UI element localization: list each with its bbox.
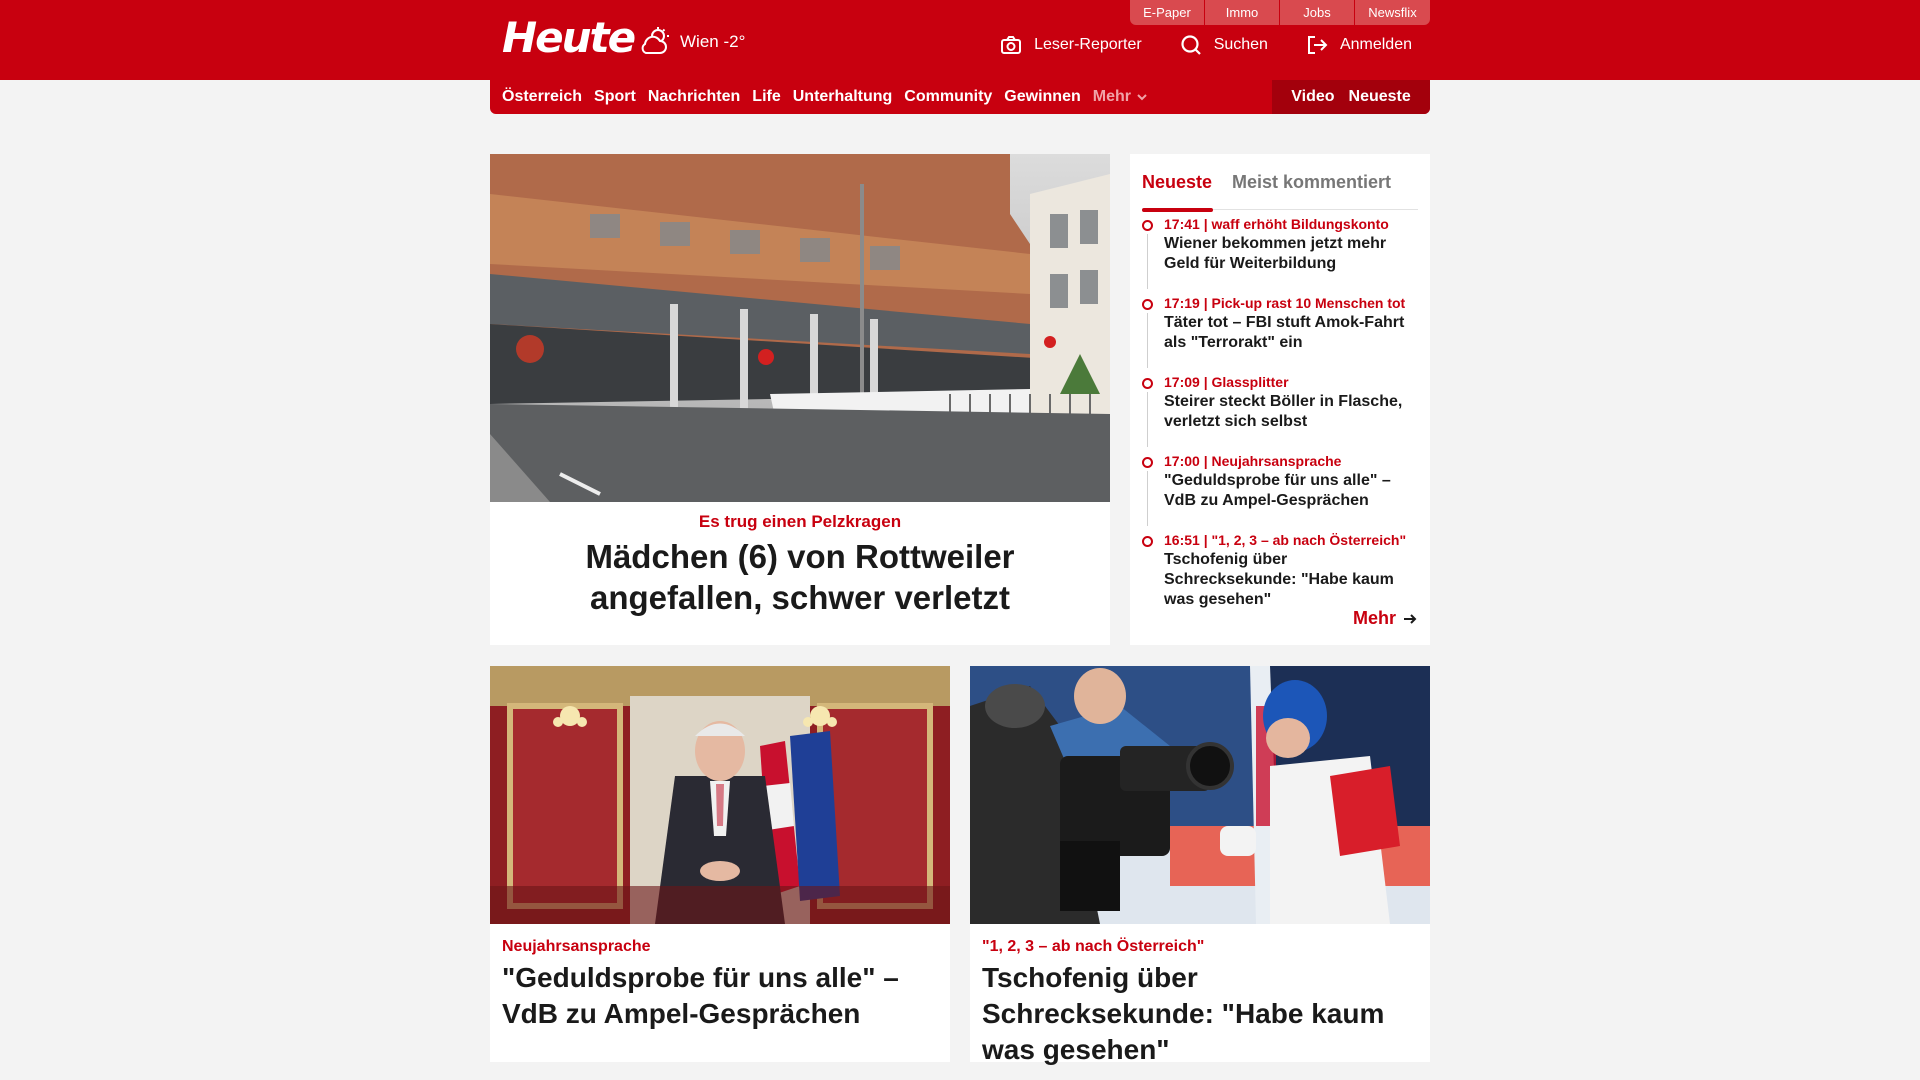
search-icon [1181,35,1201,55]
service-link-jobs[interactable]: Jobs [1280,0,1355,25]
nav-item-sport[interactable]: Sport [594,88,636,106]
article-card-image[interactable] [970,666,1430,924]
nav-item-life[interactable]: Life [752,88,780,106]
nav-item-oesterreich[interactable]: Österreich [502,88,582,106]
timeline-line [1147,392,1148,447]
weather-widget[interactable]: Wien -2° [638,26,745,58]
site-header: Heute Wien -2° E-Paper Immo Jobs Newsfli… [0,0,1920,80]
article-card-kicker: "1, 2, 3 – ab nach Österreich" [982,938,1205,955]
article-card[interactable]: "1, 2, 3 – ab nach Österreich" Tschofeni… [970,666,1430,1065]
nav-item-unterhaltung[interactable]: Unterhaltung [793,88,893,106]
article-card-image[interactable] [490,666,950,924]
search-label: Suchen [1213,36,1268,53]
camera-icon [1001,36,1022,54]
article-card-kicker: Neujahrsansprache [502,938,651,955]
hero-article[interactable]: Es trug einen Pelzkragen Mädchen (6) von… [490,154,1110,645]
nav-item-neueste[interactable]: Neueste [1349,88,1411,106]
service-link-newsflix[interactable]: Newsflix [1355,0,1430,25]
search-button[interactable]: Suchen [1180,34,1268,56]
ticker-item-title[interactable]: Täter tot – FBI stuft Amok-Fahrt als "Te… [1164,313,1420,353]
ticker-item[interactable]: 17:09 | Glassplitter Steirer steckt Böll… [1142,372,1420,451]
nav-item-community[interactable]: Community [904,88,992,106]
ticker-more-label: Mehr [1352,608,1396,628]
timeline-dot-icon [1142,457,1153,468]
hero-image[interactable] [490,154,1110,502]
weather-text: Wien -2° [680,32,746,51]
ski-jumper-photo [970,666,1430,924]
login-icon [1307,36,1328,54]
nav-more-dropdown[interactable]: Mehr [1093,88,1147,106]
login-button[interactable]: Anmelden [1306,34,1412,56]
ticker-more-link[interactable]: Mehr [1353,608,1418,629]
main-navigation: Österreich Sport Nachrichten Life Unterh… [490,80,1430,114]
service-links: E-Paper Immo Jobs Newsflix [1130,0,1430,25]
ticker-item-meta: 17:19 | Pick-up rast 10 Menschen tot [1164,295,1406,311]
ticker-item[interactable]: 17:00 | Neujahrsansprache "Geduldsprobe … [1142,451,1420,530]
nav-highlight-box: Video Neueste [1272,80,1430,114]
article-card[interactable]: Neujahrsansprache "Geduldsprobe für uns … [490,666,950,1062]
news-ticker-panel: Neueste Meist kommentiert 17:41 | waff e… [1130,154,1430,645]
nav-more-label: Mehr [1092,88,1131,105]
ticker-item[interactable]: 16:51 | "1, 2, 3 – ab nach Österreich" T… [1142,530,1420,609]
service-link-immo[interactable]: Immo [1205,0,1280,25]
president-speech-photo [490,666,950,924]
nav-item-nachrichten[interactable]: Nachrichten [648,88,740,106]
arrow-right-icon [1404,613,1417,624]
timeline-dot-icon [1142,220,1153,231]
leser-reporter-button[interactable]: Leser-Reporter [1000,34,1142,56]
timeline-line [1147,471,1148,526]
timeline-dot-icon [1142,299,1153,310]
ticker-item[interactable]: 17:41 | waff erhöht Bildungskonto Wiener… [1142,214,1420,293]
ticker-item-meta: 17:00 | Neujahrsansprache [1164,453,1342,469]
ticker-item-title[interactable]: Tschofenig über Schrecksekunde: "Habe ka… [1164,550,1420,610]
timeline-line [1147,234,1148,289]
ticker-tabs: Neueste Meist kommentiert [1142,164,1418,212]
chevron-down-icon [1137,94,1147,101]
ticker-item[interactable]: 17:19 | Pick-up rast 10 Menschen tot Tät… [1142,293,1420,372]
service-link-epaper[interactable]: E-Paper [1130,0,1205,25]
tab-neueste[interactable]: Neueste [1142,172,1214,212]
ticker-item-meta: 16:51 | "1, 2, 3 – ab nach Österreich" [1164,532,1407,548]
article-card-headline[interactable]: "Geduldsprobe für uns alle" – VdB zu Amp… [502,960,942,1032]
hospital-building-photo [490,154,1110,502]
ticker-item-meta: 17:09 | Glassplitter [1164,374,1289,390]
hero-kicker: Es trug einen Pelzkragen [698,512,902,531]
timeline-dot-icon [1142,536,1153,547]
article-card-headline[interactable]: Tschofenig über Schrecksekunde: "Habe ka… [982,960,1422,1068]
ticker-item-title[interactable]: Steirer steckt Böller in Flasche, verlet… [1164,392,1420,432]
nav-item-gewinnen[interactable]: Gewinnen [1004,88,1080,106]
hero-headline[interactable]: Mädchen (6) von Rottweiler angefallen, s… [500,536,1100,618]
heute-logo[interactable]: Heute [502,14,636,62]
leser-reporter-label: Leser-Reporter [1034,36,1142,53]
ticker-item-title[interactable]: "Geduldsprobe für uns alle" – VdB zu Amp… [1164,471,1420,511]
nav-item-video[interactable]: Video [1291,88,1334,106]
ticker-item-meta: 17:41 | waff erhöht Bildungskonto [1164,216,1389,232]
timeline-line [1147,313,1148,368]
ticker-list: 17:41 | waff erhöht Bildungskonto Wiener… [1142,214,1420,609]
cloud-sun-icon [641,27,669,54]
nav-links: Österreich Sport Nachrichten Life Unterh… [502,80,1147,114]
header-actions: Leser-Reporter Suchen Anmelden [1000,34,1412,56]
ticker-item-title[interactable]: Wiener bekommen jetzt mehr Geld für Weit… [1164,234,1420,274]
tab-meist-kommentiert[interactable]: Meist kommentiert [1232,172,1391,193]
login-label: Anmelden [1339,36,1412,53]
timeline-dot-icon [1142,378,1153,389]
